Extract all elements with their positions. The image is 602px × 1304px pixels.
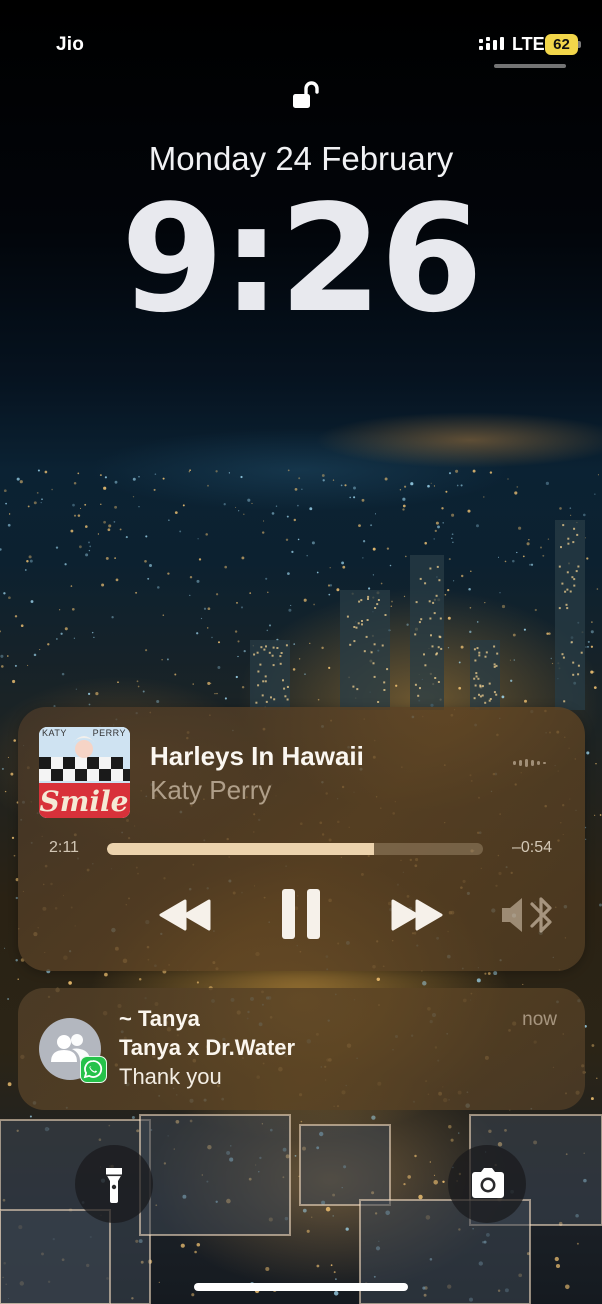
carrier-name: Jio [56,34,85,55]
svg-text:Smile: Smile [40,785,129,818]
album-art[interactable]: Smile KATY PERRY [39,727,130,818]
notification-sender: ~ Tanya [119,1006,200,1031]
notification-message: Thank you [119,1064,222,1089]
battery-level: 62 [553,36,570,53]
remaining-time: –0:54 [511,839,552,856]
whatsapp-notification[interactable]: ~ Tanya Tanya x Dr.Water Thank you now [18,988,585,1110]
audio-waveform-icon [513,759,546,767]
whatsapp-icon [80,1056,107,1083]
camera-icon [472,1168,504,1198]
playback-progress-fill [107,843,374,855]
lock-screen-time: 9:26 [120,173,483,345]
pause-icon[interactable] [280,887,322,941]
flashlight-button[interactable] [75,1145,153,1223]
cellular-signal-icon [479,37,504,50]
elapsed-time: 2:11 [49,839,79,856]
fast-forward-icon[interactable] [388,895,444,935]
album-art-text-right: PERRY [92,728,126,738]
playback-scrubber[interactable] [107,843,483,855]
battery-cap [578,41,581,48]
flashlight-icon [106,1168,122,1203]
camera-button[interactable] [448,1145,526,1223]
notification-group-name: Tanya x Dr.Water [119,1035,296,1060]
notification-time: now [522,1009,557,1030]
unlocked-padlock-icon [293,81,319,108]
battery-indicator: 62 [545,34,581,55]
now-playing-widget[interactable]: Smile KATY PERRY Harleys In Hawaii Katy … [18,707,585,971]
home-indicator[interactable] [194,1283,408,1291]
control-center-grabber[interactable] [494,64,566,68]
album-art-text-left: KATY [42,728,67,738]
track-title: Harleys In Hawaii [150,741,364,771]
track-artist: Katy Perry [150,775,272,805]
rewind-icon[interactable] [158,895,214,935]
album-art-image: Smile [39,727,130,818]
bluetooth-speaker-icon[interactable] [500,892,558,938]
network-type: LTE [512,34,545,54]
